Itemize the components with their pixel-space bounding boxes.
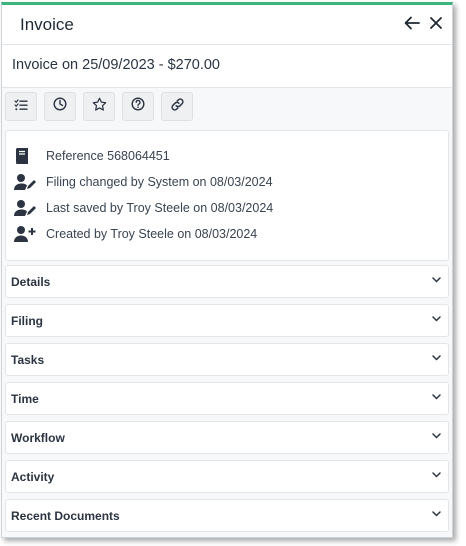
section-filing[interactable]: Filing bbox=[5, 304, 449, 337]
chevron-down-icon bbox=[430, 430, 442, 442]
user-edit-icon bbox=[14, 197, 38, 219]
chevron-down-icon bbox=[430, 508, 442, 520]
section-label: Workflow bbox=[11, 431, 65, 445]
record-info-card: Reference 568064451 Filing changed by Sy… bbox=[5, 130, 449, 261]
filing-changed-text: Filing changed by System on 08/03/2024 bbox=[46, 175, 273, 189]
section-recent-documents[interactable]: Recent Documents bbox=[5, 499, 449, 532]
panel-title: Invoice bbox=[20, 15, 74, 34]
action-toolbar bbox=[2, 88, 452, 126]
last-saved-row: Last saved by Troy Steele on 08/03/2024 bbox=[14, 197, 434, 219]
user-plus-icon bbox=[14, 223, 38, 245]
chevron-down-icon bbox=[430, 352, 442, 364]
section-label: Filing bbox=[11, 314, 43, 328]
star-icon bbox=[92, 97, 107, 117]
book-icon bbox=[14, 145, 38, 167]
reference-text: Reference 568064451 bbox=[46, 149, 170, 163]
back-arrow-icon[interactable] bbox=[402, 13, 422, 33]
chevron-down-icon bbox=[430, 274, 442, 286]
user-edit-icon bbox=[14, 171, 38, 193]
link-icon bbox=[170, 97, 185, 117]
invoice-panel: Invoice Invoice on 25/09/2023 - $270.00 bbox=[1, 2, 453, 538]
filing-changed-row: Filing changed by System on 08/03/2024 bbox=[14, 171, 434, 193]
section-label: Time bbox=[11, 392, 39, 406]
section-label: Tasks bbox=[11, 353, 45, 367]
last-saved-text: Last saved by Troy Steele on 08/03/2024 bbox=[46, 201, 274, 215]
section-details[interactable]: Details bbox=[5, 265, 449, 298]
section-label: Details bbox=[11, 275, 51, 289]
help-button[interactable] bbox=[122, 92, 154, 121]
checklist-icon bbox=[14, 98, 28, 116]
chevron-down-icon bbox=[430, 391, 442, 403]
reference-row: Reference 568064451 bbox=[14, 145, 434, 167]
clock-icon bbox=[53, 97, 67, 116]
help-icon bbox=[131, 97, 145, 116]
favourite-button[interactable] bbox=[83, 92, 115, 121]
chevron-down-icon bbox=[430, 313, 442, 325]
created-text: Created by Troy Steele on 08/03/2024 bbox=[46, 227, 258, 241]
section-workflow[interactable]: Workflow bbox=[5, 421, 449, 454]
link-button[interactable] bbox=[161, 92, 193, 121]
chevron-down-icon bbox=[430, 469, 442, 481]
section-label: Activity bbox=[11, 470, 55, 484]
panel-titlebar: Invoice bbox=[2, 5, 452, 45]
section-label: Recent Documents bbox=[11, 509, 120, 523]
created-row: Created by Troy Steele on 08/03/2024 bbox=[14, 223, 434, 245]
invoice-summary: Invoice on 25/09/2023 - $270.00 bbox=[12, 57, 220, 73]
section-tasks[interactable]: Tasks bbox=[5, 343, 449, 376]
close-icon[interactable] bbox=[426, 13, 446, 33]
invoice-summary-bar: Invoice on 25/09/2023 - $270.00 bbox=[2, 45, 452, 88]
section-activity[interactable]: Activity bbox=[5, 460, 449, 493]
tasks-button[interactable] bbox=[5, 92, 37, 121]
section-time[interactable]: Time bbox=[5, 382, 449, 415]
history-button[interactable] bbox=[44, 92, 76, 121]
